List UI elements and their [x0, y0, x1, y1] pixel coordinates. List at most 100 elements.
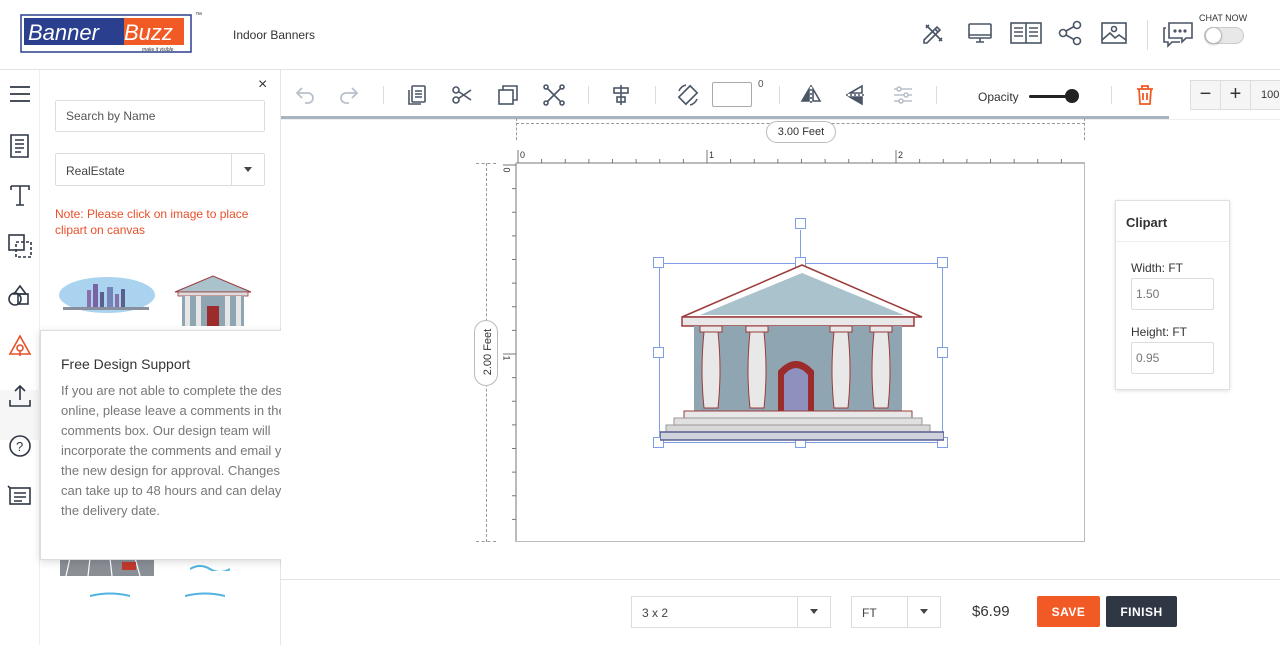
search-input[interactable]: [55, 100, 265, 132]
logo-tagline: make it visible: [142, 47, 174, 53]
shapes-icon[interactable]: [6, 282, 34, 310]
degree-symbol: 0: [758, 79, 764, 90]
zoom-control: − + 100: [1190, 80, 1280, 110]
height-label: 2.00 Feet: [482, 328, 494, 376]
unit-select[interactable]: FT: [851, 596, 941, 628]
support-title: Free Design Support: [61, 356, 191, 372]
ruler-label: 1: [501, 355, 512, 361]
clipart-thumb-city[interactable]: [57, 270, 157, 320]
logo-trademark: ™: [195, 12, 202, 19]
design-canvas[interactable]: [516, 163, 1085, 542]
rotate-icon[interactable]: [676, 83, 700, 107]
clipart-thumb-wave-1[interactable]: [89, 584, 131, 602]
clipart-note: Note: Please click on image to place cli…: [55, 207, 249, 237]
building-clipart[interactable]: [660, 263, 944, 443]
clipart-icon[interactable]: [6, 332, 34, 360]
toolbar-divider: [936, 86, 937, 104]
comments-icon[interactable]: [6, 482, 34, 510]
duplicate-icon[interactable]: [496, 83, 520, 107]
ruler-left: 0 1: [501, 163, 516, 542]
menu-icon[interactable]: [6, 80, 34, 108]
height-label-pill: 2.00 Feet: [474, 320, 498, 386]
unit-value: FT: [862, 606, 877, 620]
templates-icon[interactable]: [6, 132, 34, 160]
share-icon[interactable]: [1057, 20, 1083, 46]
layers-icon[interactable]: [6, 232, 34, 260]
width-input[interactable]: [1131, 278, 1214, 310]
width-dimension-tick-right: [1084, 118, 1085, 140]
header: Banner Buzz make it visible ™ Indoor Ban…: [0, 0, 1280, 70]
toolbar-divider: [1111, 86, 1112, 104]
zoom-in-button[interactable]: +: [1221, 81, 1251, 109]
toggle-knob: [1205, 27, 1222, 44]
clipart-divider: [1116, 241, 1229, 242]
trash-icon[interactable]: [1133, 83, 1157, 107]
chat-icon[interactable]: [1162, 20, 1194, 48]
ruler-label: 0: [501, 167, 512, 173]
price: $6.99: [972, 603, 1010, 620]
pencil-ruler-icon[interactable]: [921, 20, 947, 46]
book-icon[interactable]: [1010, 20, 1042, 46]
toolbar-divider: [383, 86, 384, 104]
product-title: Indoor Banners: [233, 28, 316, 42]
editor-toolbar: 0 Opacity − + 100: [281, 70, 1280, 120]
clipart-thumb-wave-2[interactable]: [184, 584, 226, 602]
height-dimension-tick-top: [476, 163, 496, 164]
size-value: 3 x 2: [642, 606, 669, 620]
undo-icon[interactable]: [293, 83, 317, 107]
support-body: If you are not able to complete the desi…: [61, 383, 300, 518]
flip-vertical-icon[interactable]: [844, 83, 868, 107]
finish-button[interactable]: FINISH: [1106, 596, 1177, 627]
rotate-handle[interactable]: [795, 218, 806, 229]
ruler-top: 0 1 2: [516, 150, 1085, 163]
svg-text:?: ?: [16, 439, 23, 454]
width-label: Width: FT: [1131, 261, 1184, 275]
category-value: RealEstate: [66, 164, 125, 178]
copy-icon[interactable]: [405, 83, 429, 107]
chevron-down-icon[interactable]: [231, 154, 264, 185]
clipart-title: Clipart: [1126, 215, 1168, 230]
ruler-label: 2: [898, 150, 904, 160]
clipart-thumb-building[interactable]: [170, 274, 256, 335]
redo-icon[interactable]: [337, 83, 361, 107]
bannerbuzz-logo[interactable]: Banner Buzz make it visible ™: [20, 12, 202, 54]
opacity-label: Opacity: [978, 90, 1019, 104]
toolbar-underline: [281, 116, 1169, 119]
header-divider: [1147, 20, 1148, 50]
clipart-thumb-road[interactable]: [60, 557, 154, 581]
image-icon[interactable]: [1101, 20, 1127, 46]
opacity-slider-handle[interactable]: [1065, 89, 1079, 103]
left-rail: ?: [0, 70, 40, 645]
cut-icon[interactable]: [450, 83, 474, 107]
ruler-label: 1: [709, 150, 715, 160]
height-label: Height: FT: [1131, 325, 1188, 339]
width-dimension-tick-left: [516, 118, 517, 140]
width-label: 3.00 Feet: [766, 121, 836, 143]
height-input[interactable]: [1131, 342, 1214, 374]
toolbar-divider: [588, 86, 589, 104]
clipart-thumb-water[interactable]: [189, 558, 231, 576]
free-design-support-popup: Free Design Support × If you are not abl…: [40, 330, 310, 560]
clipart-properties-panel: Clipart Width: FT Height: FT: [1115, 200, 1230, 390]
align-center-icon[interactable]: [609, 83, 633, 107]
help-icon[interactable]: ?: [6, 432, 34, 460]
category-select[interactable]: RealEstate: [55, 153, 265, 186]
text-icon[interactable]: [6, 181, 34, 209]
adjust-icon[interactable]: [891, 83, 915, 107]
zoom-out-button[interactable]: −: [1191, 81, 1221, 109]
ruler-label: 0: [520, 150, 526, 160]
chat-now-label: CHAT NOW: [1199, 13, 1248, 23]
desktop-icon[interactable]: [967, 20, 993, 46]
size-select[interactable]: 3 x 2: [631, 596, 831, 628]
rotation-input[interactable]: [712, 82, 752, 107]
panel-close-icon[interactable]: ×: [258, 76, 267, 94]
toolbar-divider: [655, 86, 656, 104]
flip-horizontal-icon[interactable]: [799, 83, 823, 107]
height-dimension-tick-bottom: [476, 541, 496, 542]
chevron-down-icon[interactable]: [797, 597, 830, 627]
delete-crop-icon[interactable]: [542, 83, 566, 107]
save-button[interactable]: SAVE: [1037, 596, 1100, 627]
upload-icon[interactable]: [6, 382, 34, 410]
chevron-down-icon[interactable]: [907, 597, 940, 627]
chat-toggle[interactable]: [1204, 27, 1244, 44]
